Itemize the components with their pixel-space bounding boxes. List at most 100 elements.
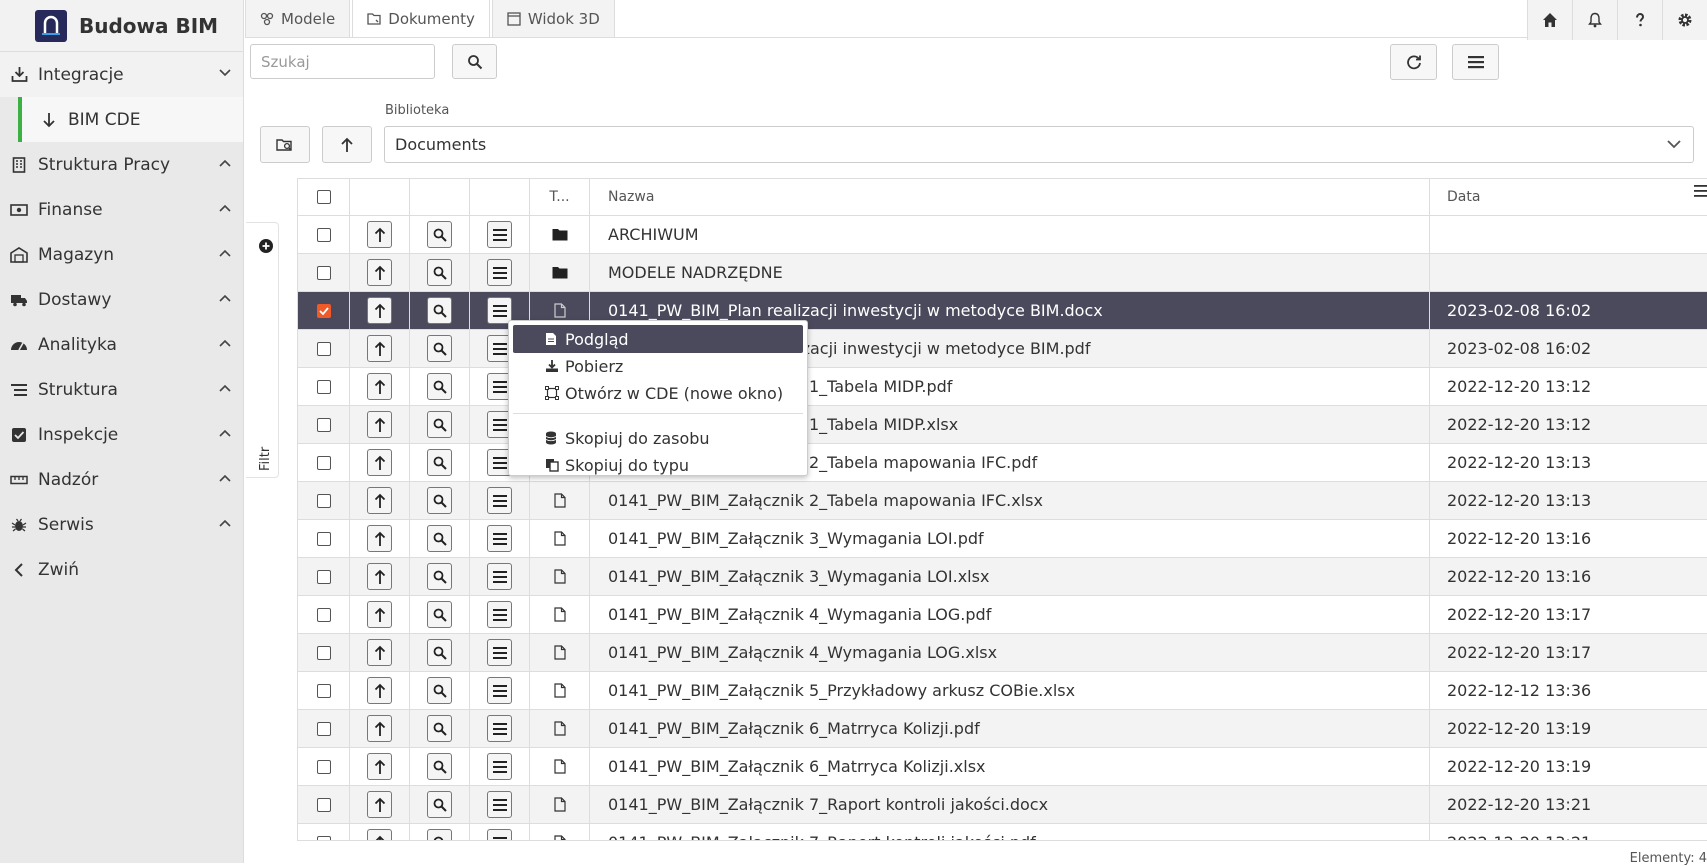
row-up-button[interactable]: [367, 487, 392, 514]
row-up-button[interactable]: [367, 753, 392, 780]
row-menu-button[interactable]: [487, 829, 512, 840]
table-row[interactable]: 0141_PW_BIM_Załącznik 7_Raport kontroli …: [298, 786, 1707, 824]
row-menu-button[interactable]: [487, 259, 512, 286]
row-up-button[interactable]: [367, 601, 392, 628]
sidebar-item-integracje[interactable]: Integracje: [0, 52, 243, 97]
row-checkbox[interactable]: [316, 835, 331, 840]
row-menu-button[interactable]: [487, 221, 512, 248]
column-date[interactable]: Data: [1430, 179, 1707, 215]
bell-icon[interactable]: [1572, 0, 1617, 40]
row-preview-button[interactable]: [427, 715, 452, 742]
row-menu-button[interactable]: [487, 525, 512, 552]
ctx-preview[interactable]: Podgląd: [513, 325, 803, 353]
sidebar-item-inspekcje[interactable]: Inspekcje: [0, 412, 243, 457]
sidebar-item-bimcde[interactable]: BIM CDE: [18, 97, 243, 142]
table-row[interactable]: 0141_PW_BIM_Załącznik 6_Matrryca Kolizji…: [298, 748, 1707, 786]
row-menu-button[interactable]: [487, 487, 512, 514]
row-checkbox[interactable]: [316, 227, 331, 242]
row-preview-button[interactable]: [427, 677, 452, 704]
row-up-button[interactable]: [367, 335, 392, 362]
row-menu-button[interactable]: [487, 791, 512, 818]
row-preview-button[interactable]: [427, 259, 452, 286]
folder-search-button[interactable]: [260, 126, 310, 163]
ctx-download[interactable]: Pobierz: [513, 352, 803, 380]
row-checkbox[interactable]: [316, 797, 331, 812]
row-up-button[interactable]: [367, 639, 392, 666]
row-up-button[interactable]: [367, 525, 392, 552]
row-checkbox[interactable]: [316, 607, 331, 622]
plus-circle-icon[interactable]: [259, 239, 273, 253]
row-up-button[interactable]: [367, 449, 392, 476]
row-up-button[interactable]: [367, 677, 392, 704]
tab-dokumenty[interactable]: Dokumenty: [352, 0, 490, 38]
sidebar-item-nadzor[interactable]: Nadzór: [0, 457, 243, 502]
sidebar-item-zwin[interactable]: Zwiń: [0, 547, 243, 592]
select-all-checkbox[interactable]: [316, 190, 331, 204]
table-row[interactable]: 0141_PW_BIM_Załącznik 5_Przykładowy arku…: [298, 672, 1707, 710]
row-preview-button[interactable]: [427, 601, 452, 628]
ctx-copy-to-resource[interactable]: Skopiuj do zasobu: [513, 424, 803, 452]
row-up-button[interactable]: [367, 563, 392, 590]
ctx-open-in-cde[interactable]: Otwórz w CDE (nowe okno): [513, 379, 803, 407]
sidebar-item-dostawy[interactable]: Dostawy: [0, 277, 243, 322]
row-checkbox[interactable]: [316, 455, 331, 470]
sidebar-item-struktura[interactable]: Struktura: [0, 367, 243, 412]
table-row[interactable]: 0141_PW_BIM_Załącznik 6_Matrryca Kolizji…: [298, 710, 1707, 748]
table-row[interactable]: 0141_PW_BIM_Załącznik 2_Tabela mapowania…: [298, 482, 1707, 520]
table-row[interactable]: 0141_PW_BIM_Załącznik 7_Raport kontroli …: [298, 824, 1707, 840]
row-up-button[interactable]: [367, 829, 392, 840]
column-menu-icon[interactable]: [1694, 185, 1707, 197]
row-menu-button[interactable]: [487, 639, 512, 666]
row-checkbox[interactable]: [316, 645, 331, 660]
ctx-copy-to-type[interactable]: Skopiuj do typu: [513, 451, 803, 479]
row-checkbox[interactable]: [316, 265, 331, 280]
row-menu-button[interactable]: [487, 677, 512, 704]
filter-panel[interactable]: Filtr: [246, 222, 279, 478]
help-icon[interactable]: [1617, 0, 1662, 40]
row-preview-button[interactable]: [427, 297, 452, 324]
row-checkbox[interactable]: [316, 569, 331, 584]
row-up-button[interactable]: [367, 373, 392, 400]
row-preview-button[interactable]: [427, 753, 452, 780]
row-preview-button[interactable]: [427, 525, 452, 552]
parent-folder-button[interactable]: [322, 126, 372, 163]
row-preview-button[interactable]: [427, 449, 452, 476]
row-preview-button[interactable]: [427, 411, 452, 438]
gear-icon[interactable]: [1662, 0, 1707, 40]
row-up-button[interactable]: [367, 259, 392, 286]
column-name[interactable]: Nazwa: [590, 179, 1430, 215]
row-preview-button[interactable]: [427, 373, 452, 400]
sidebar-item-analityka[interactable]: Analityka: [0, 322, 243, 367]
sidebar-item-serwis[interactable]: Serwis: [0, 502, 243, 547]
sidebar-item-magazyn[interactable]: Magazyn: [0, 232, 243, 277]
tab-modele[interactable]: Modele: [245, 0, 351, 38]
filter-label[interactable]: Filtr: [258, 447, 273, 471]
row-checkbox[interactable]: [316, 379, 331, 394]
row-checkbox[interactable]: [316, 493, 331, 508]
table-row[interactable]: 0141_PW_BIM_Załącznik 3_Wymagania LOI.pd…: [298, 520, 1707, 558]
table-row[interactable]: ARCHIWUM: [298, 216, 1707, 254]
row-preview-button[interactable]: [427, 563, 452, 590]
table-row[interactable]: MODELE NADRZĘDNE: [298, 254, 1707, 292]
table-row[interactable]: 0141_PW_BIM_Załącznik 3_Wymagania LOI.xl…: [298, 558, 1707, 596]
sidebar-item-struktura-pracy[interactable]: Struktura Pracy: [0, 142, 243, 187]
search-input[interactable]: [250, 44, 435, 79]
row-checkbox[interactable]: [316, 721, 331, 736]
row-preview-button[interactable]: [427, 639, 452, 666]
menu-button[interactable]: [1452, 44, 1499, 80]
row-up-button[interactable]: [367, 715, 392, 742]
row-up-button[interactable]: [367, 221, 392, 248]
sidebar-item-finanse[interactable]: Finanse: [0, 187, 243, 232]
tab-widok-3d[interactable]: Widok 3D: [491, 0, 615, 38]
search-button[interactable]: [452, 44, 497, 79]
row-checkbox[interactable]: [316, 341, 331, 356]
row-up-button[interactable]: [367, 411, 392, 438]
row-preview-button[interactable]: [427, 791, 452, 818]
home-icon[interactable]: [1527, 0, 1572, 40]
table-row[interactable]: 0141_PW_BIM_Załącznik 4_Wymagania LOG.xl…: [298, 634, 1707, 672]
row-menu-button[interactable]: [487, 601, 512, 628]
row-menu-button[interactable]: [487, 563, 512, 590]
row-checkbox[interactable]: [316, 759, 331, 774]
row-menu-button[interactable]: [487, 715, 512, 742]
row-preview-button[interactable]: [427, 829, 452, 840]
